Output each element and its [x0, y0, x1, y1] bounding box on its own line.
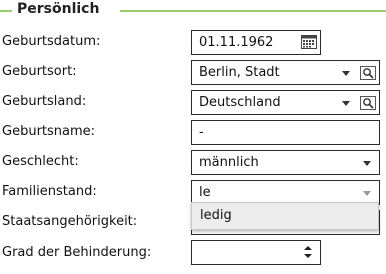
chevron-down-icon[interactable]	[363, 161, 371, 166]
birthdate-label: Geburtsdatum:	[2, 34, 101, 49]
search-icon[interactable]	[360, 66, 376, 80]
birthplace-label: Geburtsort:	[2, 64, 77, 79]
gender-label: Geschlecht:	[2, 154, 79, 169]
section-title: Persönlich	[17, 1, 100, 17]
disability-stepper[interactable]	[191, 240, 321, 265]
chevron-down-icon[interactable]	[342, 101, 350, 106]
birthcountry-select[interactable]: Deutschland	[191, 90, 380, 115]
marital-dropdown: ledig	[191, 202, 379, 230]
birthname-input[interactable]: -	[191, 120, 380, 145]
chevron-down-icon[interactable]	[363, 191, 371, 196]
birthplace-select[interactable]: Berlin, Stadt	[191, 60, 380, 85]
gender-select[interactable]: männlich	[191, 150, 380, 175]
birthname-label: Geburtsname:	[2, 124, 96, 139]
birthdate-value: 01.11.1962	[199, 35, 274, 50]
section-legend-line-right	[120, 10, 386, 12]
marital-option-ledig[interactable]: ledig	[200, 208, 232, 223]
chevron-down-icon[interactable]	[342, 71, 350, 76]
birthplace-value: Berlin, Stadt	[199, 65, 280, 80]
section-legend-line-left	[0, 10, 12, 12]
disability-label: Grad der Behinderung:	[2, 245, 152, 260]
gender-value: männlich	[199, 155, 259, 170]
birthcountry-label: Geburtsland:	[2, 94, 87, 109]
nationality-label: Staatsangehörigkeit:	[2, 214, 138, 229]
marital-value: le	[199, 185, 211, 200]
birthname-value: -	[199, 125, 204, 140]
birthcountry-value: Deutschland	[199, 95, 281, 110]
birthdate-field[interactable]: 01.11.1962	[191, 30, 321, 55]
stepper-icon[interactable]	[303, 245, 313, 259]
marital-label: Familienstand:	[2, 184, 97, 199]
search-icon[interactable]	[360, 96, 376, 110]
calendar-icon[interactable]	[301, 35, 317, 49]
